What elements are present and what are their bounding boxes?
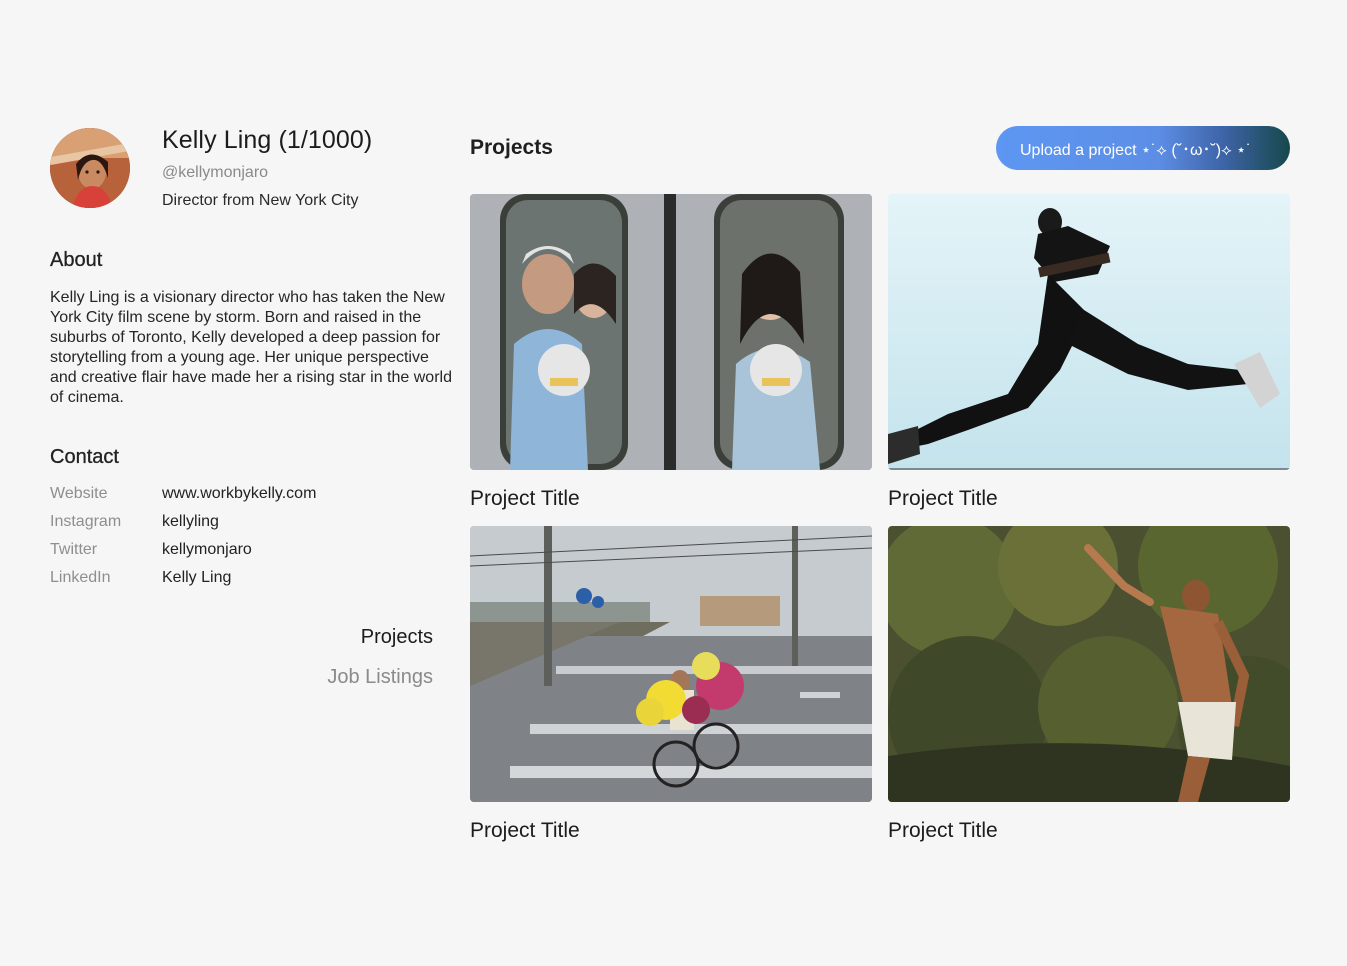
projects-heading: Projects bbox=[470, 136, 553, 159]
contact-row-linkedin: LinkedIn Kelly Ling bbox=[50, 569, 450, 597]
profile-page: Kelly Ling (1/1000) @kellymonjaro Direct… bbox=[0, 0, 1347, 966]
contact-row-website: Website www.workbykelly.com bbox=[50, 485, 450, 513]
side-nav: Projects Job Listings bbox=[327, 625, 433, 689]
nav-job-listings[interactable]: Job Listings bbox=[327, 665, 433, 689]
project-card[interactable]: Project Title bbox=[470, 194, 872, 511]
project-thumbnail[interactable] bbox=[888, 526, 1290, 802]
contact-label: Website bbox=[50, 485, 108, 502]
project-card[interactable]: Project Title bbox=[888, 526, 1290, 843]
contact-row-twitter: Twitter kellymonjaro bbox=[50, 541, 450, 569]
profile-tagline: Director from New York City bbox=[162, 192, 359, 209]
about-text: Kelly Ling is a visionary director who h… bbox=[50, 289, 452, 406]
project-thumbnail[interactable] bbox=[470, 194, 872, 470]
project-card[interactable]: Project Title bbox=[888, 194, 1290, 511]
profile-name: Kelly Ling (1/1000) bbox=[162, 126, 373, 154]
upload-project-button[interactable]: Upload a project ⋆˙⟡ (˘･ω･˘)⟡ ⋆˙ bbox=[996, 126, 1290, 170]
website-link[interactable]: www.workbykelly.com bbox=[162, 485, 316, 503]
contact-row-instagram: Instagram kellyling bbox=[50, 513, 450, 541]
avatar[interactable] bbox=[50, 128, 130, 208]
profile-handle[interactable]: @kellymonjaro bbox=[162, 164, 268, 182]
project-thumbnail[interactable] bbox=[888, 194, 1290, 470]
instagram-link[interactable]: kellyling bbox=[162, 513, 219, 531]
contact-heading: Contact bbox=[50, 446, 119, 468]
contact-label: Twitter bbox=[50, 541, 98, 558]
project-title[interactable]: Project Title bbox=[470, 819, 872, 843]
project-card[interactable]: Project Title bbox=[470, 526, 872, 843]
twitter-link[interactable]: kellymonjaro bbox=[162, 541, 252, 559]
project-title[interactable]: Project Title bbox=[888, 819, 1290, 843]
project-title[interactable]: Project Title bbox=[888, 487, 1290, 511]
project-thumbnail[interactable] bbox=[470, 526, 872, 802]
nav-projects[interactable]: Projects bbox=[327, 625, 433, 649]
linkedin-link[interactable]: Kelly Ling bbox=[162, 569, 231, 587]
about-heading: About bbox=[50, 249, 103, 271]
project-title[interactable]: Project Title bbox=[470, 487, 872, 511]
contact-list: Website www.workbykelly.com Instagram ke… bbox=[50, 485, 450, 597]
contact-label: Instagram bbox=[50, 513, 122, 530]
contact-label: LinkedIn bbox=[50, 569, 111, 586]
